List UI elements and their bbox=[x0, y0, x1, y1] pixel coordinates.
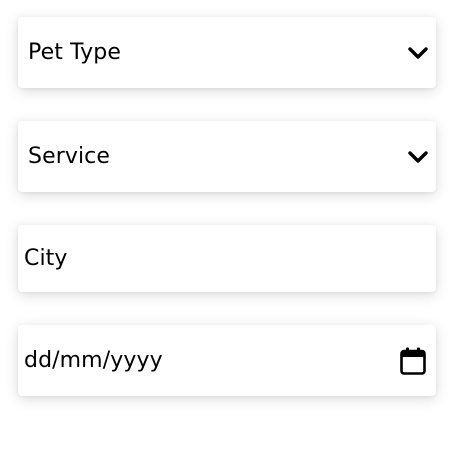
date-input[interactable]: dd/mm/yyyy bbox=[18, 325, 436, 396]
service-select[interactable]: Service bbox=[18, 121, 436, 192]
city-input[interactable]: City bbox=[18, 225, 436, 292]
date-placeholder: dd/mm/yyyy bbox=[24, 348, 163, 373]
city-placeholder: City bbox=[24, 246, 68, 271]
service-selected-value: Service bbox=[28, 144, 111, 169]
pet-type-select[interactable]: Pet Type bbox=[18, 17, 436, 88]
chevron-down-icon bbox=[408, 147, 428, 167]
chevron-down-icon bbox=[408, 43, 428, 63]
calendar-icon[interactable] bbox=[400, 347, 426, 375]
pet-type-selected-value: Pet Type bbox=[28, 40, 121, 65]
